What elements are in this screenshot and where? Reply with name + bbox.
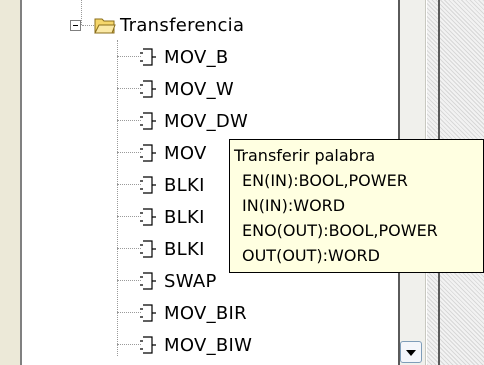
function-block-icon bbox=[140, 176, 156, 194]
scroll-down-button[interactable] bbox=[400, 341, 422, 363]
tree-item-label: BLKI bbox=[164, 174, 205, 196]
connector-6 bbox=[117, 216, 141, 217]
tree-item-label: MOV_B bbox=[164, 46, 229, 68]
folder-connector bbox=[82, 25, 94, 26]
connector-8 bbox=[117, 280, 141, 281]
function-block-icon bbox=[140, 112, 156, 130]
function-block-icon bbox=[140, 144, 156, 162]
tooltip-line: IN(IN):WORD bbox=[242, 196, 346, 215]
tree-item[interactable]: BLKI bbox=[140, 201, 205, 233]
tree-item-label: BLKI bbox=[164, 206, 205, 228]
tree-item[interactable]: MOV_DW bbox=[140, 105, 248, 137]
connector-1 bbox=[117, 56, 141, 57]
function-block-icon bbox=[140, 48, 156, 66]
tree-item-label: MOV_BIW bbox=[164, 334, 253, 356]
connector-3 bbox=[117, 120, 141, 121]
function-block-icon bbox=[140, 304, 156, 322]
tree-folder-transferencia[interactable]: Transferencia bbox=[120, 9, 244, 41]
tree-item[interactable]: MOV_B bbox=[140, 41, 229, 73]
function-block-icon bbox=[140, 208, 156, 226]
left-frame bbox=[0, 0, 20, 365]
tree-item-label: MOV_W bbox=[164, 78, 234, 100]
tooltip-line: EN(IN):BOOL,POWER bbox=[242, 171, 408, 190]
tree-item[interactable]: MOV_BIR bbox=[140, 297, 247, 329]
function-block-icon bbox=[140, 272, 156, 290]
function-block-icon bbox=[140, 240, 156, 258]
tooltip-line: OUT(OUT):WORD bbox=[242, 246, 380, 265]
connector-7 bbox=[117, 248, 141, 249]
tree-item-label: MOV_DW bbox=[164, 110, 249, 132]
tree-item-label: BLKI bbox=[164, 238, 205, 260]
connector-10 bbox=[117, 344, 141, 345]
tooltip-title: Transferir palabra bbox=[234, 146, 376, 165]
tree-item-label: MOV_BIR bbox=[164, 302, 247, 324]
folder-label: Transferencia bbox=[120, 14, 245, 36]
tree-root-line bbox=[81, 0, 82, 25]
tree-item[interactable]: MOV_W bbox=[140, 73, 234, 105]
tree-item[interactable]: BLKI bbox=[140, 169, 205, 201]
connector-4 bbox=[117, 152, 141, 153]
tree-item[interactable]: MOV bbox=[140, 137, 207, 169]
tree-item-label: SWAP bbox=[164, 270, 217, 292]
tree-item-label: MOV bbox=[164, 142, 207, 164]
function-block-icon bbox=[140, 336, 156, 354]
tree-item[interactable]: MOV_BIW bbox=[140, 329, 252, 361]
connector-2 bbox=[117, 88, 141, 89]
open-folder-icon bbox=[94, 18, 116, 34]
collapse-toggle[interactable] bbox=[70, 20, 81, 31]
connector-9 bbox=[117, 312, 141, 313]
tooltip: Transferir palabra EN(IN):BOOL,POWER IN(… bbox=[229, 139, 484, 273]
connector-5 bbox=[117, 184, 141, 185]
tooltip-line: ENO(OUT):BOOL,POWER bbox=[242, 221, 438, 240]
function-block-icon bbox=[140, 80, 156, 98]
tree-item[interactable]: BLKI bbox=[140, 233, 205, 265]
tree-item[interactable]: SWAP bbox=[140, 265, 217, 297]
